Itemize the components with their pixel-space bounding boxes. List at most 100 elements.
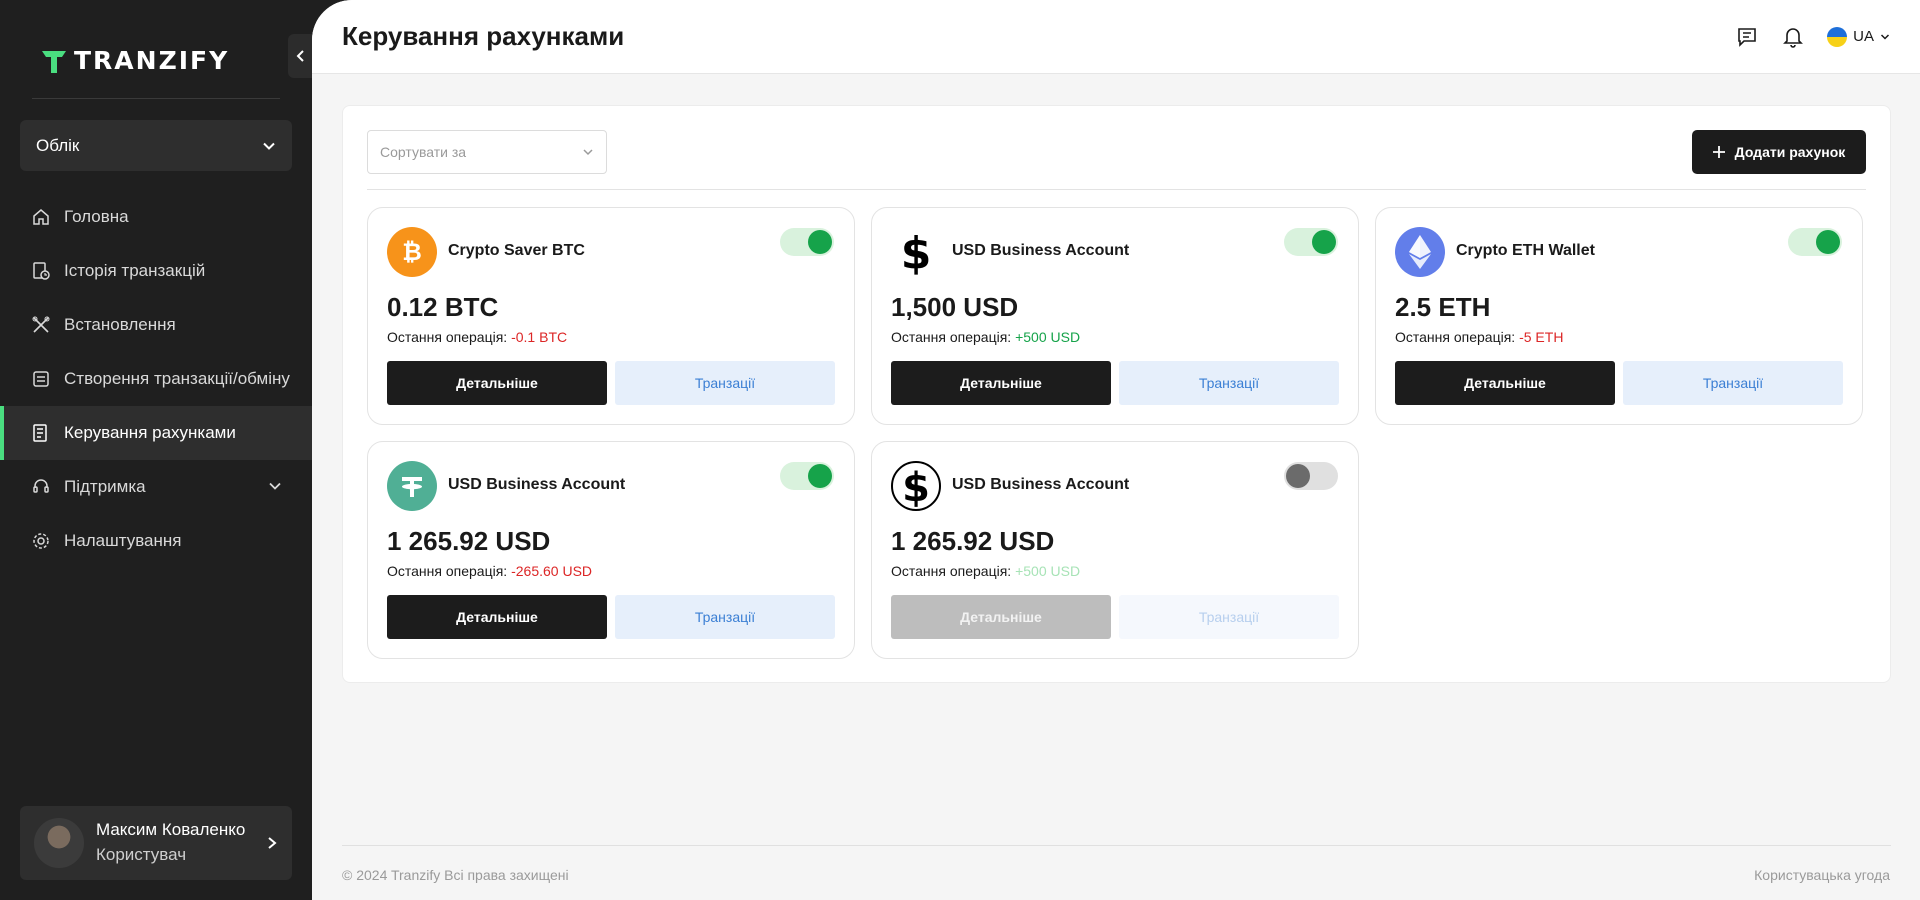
toggle-knob (1816, 230, 1840, 254)
account-balance: 0.12 BTC (387, 292, 499, 322)
last-operation-value: -5 ETH (1519, 329, 1564, 345)
sidebar-nav: Головна Історія транзакцій Встановлення … (0, 190, 312, 568)
account-toggle[interactable] (780, 462, 834, 490)
sidebar-item-support[interactable]: Підтримка (0, 460, 312, 514)
chevron-down-icon (263, 142, 275, 150)
details-button[interactable]: Детальніше (1395, 361, 1615, 405)
account-balance: 1 265.92 USD (891, 526, 1055, 556)
svg-text:$: $ (902, 465, 930, 508)
divider (32, 98, 280, 99)
language-code: UA (1853, 28, 1874, 45)
sidebar: TRANZIFY Облік Головна Історія транзакці… (0, 0, 312, 900)
bell-icon[interactable] (1781, 25, 1805, 49)
sidebar-collapse-button[interactable] (288, 34, 312, 78)
copyright: © 2024 Tranzify Всі права захищені (342, 867, 569, 883)
details-button[interactable]: Детальніше (891, 595, 1111, 639)
sidebar-item-label: Створення транзакції/обміну (64, 369, 290, 388)
toggle-knob (808, 464, 832, 488)
transactions-button[interactable]: Транзації (615, 361, 835, 405)
sidebar-item-settings[interactable]: Налаштування (0, 514, 312, 568)
chevron-down-icon (269, 482, 281, 490)
page-title: Керування рахунками (342, 21, 625, 51)
sidebar-item-label: Налаштування (64, 531, 182, 550)
user-name: Максим Коваленко (96, 820, 246, 839)
account-name: Crypto Saver BTC (448, 242, 585, 259)
sidebar-item-setup[interactable]: Встановлення (0, 298, 312, 352)
account-toggle[interactable] (1284, 462, 1338, 490)
account-toggle[interactable] (1284, 228, 1338, 256)
details-button[interactable]: Детальніше (387, 595, 607, 639)
account-balance: 2.5 ETH (1395, 292, 1491, 322)
svg-text:₿: ₿ (402, 238, 422, 266)
ukraine-flag-icon (1827, 26, 1848, 47)
sidebar-item-accounts[interactable]: Керування рахунками (0, 406, 312, 460)
logo-icon (42, 50, 66, 73)
brand-name: TRANZIFY (74, 46, 230, 75)
account-name: USD Business Account (448, 476, 626, 493)
account-toggle[interactable] (780, 228, 834, 256)
gear-icon (30, 530, 52, 552)
last-operation-label: Остання операція: (387, 329, 508, 345)
transactions-button[interactable]: Транзації (1623, 361, 1843, 405)
sidebar-item-label: Керування рахунками (64, 423, 236, 442)
account-card: Crypto ETH Wallet 2.5 ETH Остання операц… (1375, 207, 1863, 425)
sidebar-item-label: Історія транзакцій (64, 261, 206, 280)
tools-icon (30, 314, 52, 336)
details-button[interactable]: Детальніше (387, 361, 607, 405)
messages-icon[interactable] (1735, 25, 1759, 49)
account-name: Crypto ETH Wallet (1456, 242, 1595, 259)
last-operation-value: -0.1 BTC (511, 329, 568, 345)
details-button[interactable]: Детальніше (891, 361, 1111, 405)
logo[interactable]: TRANZIFY (40, 46, 229, 75)
last-operation: Остання операція: -5 ETH (1395, 329, 1563, 345)
dollar-circle-icon: $ (891, 461, 941, 511)
sidebar-item-home[interactable]: Головна (0, 190, 312, 244)
history-icon (30, 260, 52, 282)
account-balance: 1,500 USD (891, 292, 1019, 322)
last-operation-label: Остання операція: (891, 563, 1012, 579)
sidebar-item-create-transaction[interactable]: Створення транзакції/обміну (0, 352, 312, 406)
sort-select[interactable]: Сортувати за (367, 130, 607, 174)
account-card: ₿ Crypto Saver BTC 0.12 BTC Остання опер… (367, 207, 855, 425)
last-operation: Остання операція: -265.60 USD (387, 563, 592, 579)
chevron-down-icon (1880, 33, 1890, 40)
last-operation: Остання операція: -0.1 BTC (387, 329, 567, 345)
tether-icon (387, 461, 437, 511)
sort-placeholder: Сортувати за (380, 144, 467, 160)
transactions-button[interactable]: Транзації (1119, 595, 1339, 639)
transactions-button[interactable]: Транзації (615, 595, 835, 639)
home-icon (30, 206, 52, 228)
dollar-icon: $ (891, 227, 941, 277)
language-selector[interactable]: UA (1827, 26, 1890, 47)
toggle-knob (808, 230, 832, 254)
last-operation: Остання операція: +500 USD (891, 563, 1080, 579)
account-name: USD Business Account (952, 242, 1130, 259)
sidebar-item-label: Головна (64, 207, 129, 226)
account-balance: 1 265.92 USD (387, 526, 551, 556)
chevron-down-icon (583, 149, 593, 156)
user-role: Користувач (96, 845, 187, 864)
last-operation-label: Остання операція: (1395, 329, 1516, 345)
last-operation-value: -265.60 USD (511, 563, 593, 579)
account-card: $ USD Business Account 1 265.92 USD Оста… (871, 441, 1359, 659)
add-account-label: Додати рахунок (1734, 144, 1846, 160)
user-agreement-link[interactable]: Користувацька угода (1754, 867, 1890, 883)
sidebar-item-history[interactable]: Історія транзакцій (0, 244, 312, 298)
ethereum-icon (1395, 227, 1445, 277)
account-type-select[interactable]: Облік (20, 120, 292, 171)
divider (367, 189, 1866, 190)
bitcoin-icon: ₿ (387, 227, 437, 277)
last-operation-value: +500 USD (1015, 329, 1081, 345)
account-type-value: Облік (36, 135, 80, 155)
add-account-button[interactable]: Додати рахунок (1692, 130, 1866, 174)
toggle-knob (1312, 230, 1336, 254)
last-operation-label: Остання операція: (387, 563, 508, 579)
last-operation-label: Остання операція: (891, 329, 1012, 345)
svg-text:$: $ (901, 228, 932, 276)
transactions-button[interactable]: Транзації (1119, 361, 1339, 405)
chevron-left-icon (296, 50, 304, 62)
user-profile-card[interactable]: Максим Коваленко Користувач (20, 806, 292, 880)
topbar-actions: UA (1735, 25, 1890, 49)
user-info: Максим Коваленко Користувач (96, 818, 245, 868)
account-toggle[interactable] (1788, 228, 1842, 256)
